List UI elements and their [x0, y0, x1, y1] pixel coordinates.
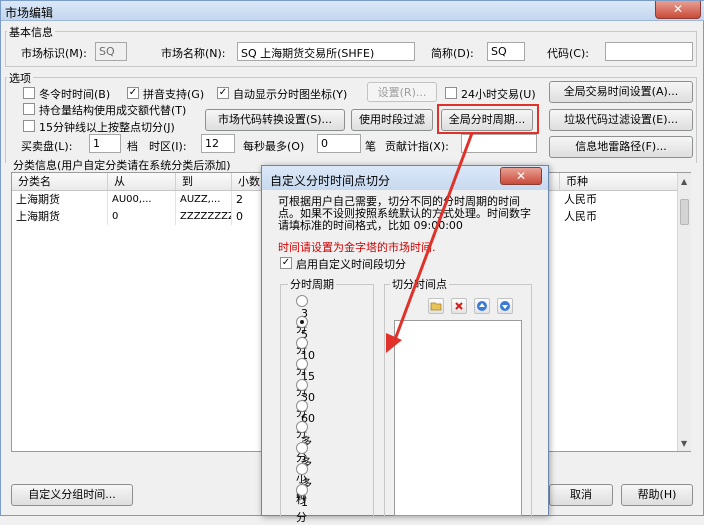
time-filter-button[interactable]: 使用时段过滤 — [351, 109, 433, 131]
cell-name: 上海期货 — [12, 191, 108, 208]
position-volume-label: 持仓量结构使用成交额代替(T) — [39, 104, 187, 117]
period-cut-dialog: 自定义分时时间点切分 ✕ 可根据用户自己需要，切分不同的分时周期的时间点。如果不… — [261, 165, 549, 524]
max-per-second-unit: 笔 — [365, 140, 376, 153]
move-up-icon[interactable] — [474, 298, 490, 314]
cell-to: AUZZ,... — [176, 191, 232, 208]
dialog-title: 自定义分时时间点切分 — [270, 174, 391, 188]
close-button[interactable]: ✕ — [655, 1, 701, 19]
window-title: 市场编辑 — [5, 6, 54, 20]
bid-levels-unit: 档 — [127, 140, 138, 153]
folder-icon[interactable] — [428, 298, 444, 314]
max-per-second-label: 每秒最多(O) — [243, 140, 305, 153]
contribution-input[interactable] — [461, 134, 537, 153]
cancel-button[interactable]: 取消 — [549, 484, 613, 506]
column-header-from[interactable]: 从 — [108, 173, 176, 191]
period-group — [280, 284, 374, 516]
pinyin-label: 拼音支持(G) — [143, 88, 205, 101]
cell-decimals: 0 — [232, 208, 264, 225]
code-input[interactable] — [605, 42, 693, 61]
cut-time-list[interactable] — [394, 320, 522, 516]
min15-cut-label: 15分钟线以上按整点切分(J) — [39, 121, 175, 134]
scroll-thumb[interactable] — [680, 199, 689, 225]
period-group-title: 分时周期 — [288, 276, 336, 292]
period-radio[interactable] — [296, 400, 308, 412]
setting-button[interactable]: 设置(R)... — [367, 82, 437, 102]
dialog-description: 可根据用户自己需要，切分不同的分时周期的时间点。如果不设则按照系统默认的方式处理… — [278, 195, 531, 232]
max-per-second-input[interactable]: 0 — [317, 134, 361, 153]
global-trade-time-button[interactable]: 全局交易时间设置(A)... — [549, 81, 693, 103]
period-radio[interactable] — [296, 316, 308, 328]
enable-custom-cut-label: 启用自定义时间段切分 — [296, 258, 406, 271]
short-name-input[interactable]: SQ — [487, 42, 525, 61]
pinyin-checkbox[interactable]: ✓ — [127, 86, 139, 99]
junk-code-filter-button[interactable]: 垃圾代码过滤设置(E)... — [549, 109, 693, 131]
cut-time-group-title: 切分时间点 — [390, 276, 449, 292]
timezone-label: 时区(I): — [149, 140, 187, 153]
cell-currency: 人民币 — [560, 208, 678, 225]
table-scrollbar[interactable]: ▲ ▼ — [677, 173, 691, 451]
market-name-input[interactable]: SQ 上海期货交易所(SHFE) — [237, 42, 415, 61]
timezone-input[interactable]: 12 — [201, 134, 235, 153]
bid-levels-input[interactable]: 1 — [89, 134, 121, 153]
scroll-up-icon[interactable]: ▲ — [681, 177, 687, 186]
short-name-label: 简称(D): — [431, 47, 474, 60]
delete-icon[interactable] — [451, 298, 467, 314]
period-radio[interactable] — [296, 484, 308, 496]
period-radio[interactable] — [296, 337, 308, 349]
period-radio[interactable] — [296, 295, 308, 307]
bid-levels-label: 买卖盘(L): — [21, 140, 73, 153]
info-mine-path-button[interactable]: 信息地雷路径(F)... — [549, 136, 693, 158]
cell-currency: 人民币 — [560, 191, 678, 208]
24h-trade-checkbox[interactable] — [445, 86, 457, 99]
column-header-currency[interactable]: 币种 — [560, 173, 678, 191]
cell-from: 0 — [108, 208, 176, 225]
title-bar: 市场编辑 — [1, 1, 704, 21]
winter-time-label: 冬令时时间(B) — [39, 88, 111, 101]
category-title: 分类信息(用户自定分类请在系统分类后添加) — [13, 159, 231, 172]
dialog-close-button[interactable]: ✕ — [500, 167, 542, 185]
cell-name: 上海期货 — [12, 208, 108, 225]
auto-coord-label: 自动显示分时图坐标(Y) — [233, 88, 348, 101]
move-down-icon[interactable] — [497, 298, 513, 314]
scroll-down-icon[interactable]: ▼ — [681, 439, 687, 448]
dialog-warning: 时间请设置为金字塔的市场时间. — [278, 241, 436, 254]
market-id-label: 市场标识(M): — [21, 47, 87, 60]
basic-info-title: 基本信息 — [7, 24, 55, 40]
position-volume-checkbox[interactable] — [23, 102, 35, 115]
cell-to: ZZZZZZZZ — [176, 208, 232, 225]
contribution-label: 贡献计指(X): — [385, 140, 449, 153]
24h-trade-label: 24小时交易(U) — [461, 88, 536, 101]
column-header-name[interactable]: 分类名 — [12, 173, 108, 191]
period-radio[interactable] — [296, 421, 308, 433]
code-convert-button[interactable]: 市场代码转换设置(S)... — [205, 109, 345, 131]
period-label: 1分 — [296, 496, 308, 524]
cell-from: AU00,... — [108, 191, 176, 208]
period-option[interactable]: 1分 — [296, 483, 308, 525]
column-header-decimals[interactable]: 小数 — [232, 173, 264, 191]
column-header-to[interactable]: 到 — [176, 173, 232, 191]
period-radio[interactable] — [296, 463, 308, 475]
custom-group-time-button[interactable]: 自定义分组时间... — [11, 484, 133, 506]
period-radio[interactable] — [296, 358, 308, 370]
cell-decimals: 2 — [232, 191, 264, 208]
min15-cut-checkbox[interactable] — [23, 119, 35, 132]
global-period-button[interactable]: 全局分时周期... — [441, 109, 533, 131]
enable-custom-cut-checkbox[interactable]: ✓ — [280, 256, 292, 269]
period-radio[interactable] — [296, 379, 308, 391]
code-label: 代码(C): — [547, 47, 589, 60]
market-id-input[interactable]: SQ — [95, 42, 127, 61]
options-title: 选项 — [7, 70, 33, 86]
market-name-label: 市场名称(N): — [161, 47, 226, 60]
winter-time-checkbox[interactable] — [23, 86, 35, 99]
auto-coord-checkbox[interactable]: ✓ — [217, 86, 229, 99]
period-radio[interactable] — [296, 442, 308, 454]
help-button[interactable]: 帮助(H) — [621, 484, 693, 506]
